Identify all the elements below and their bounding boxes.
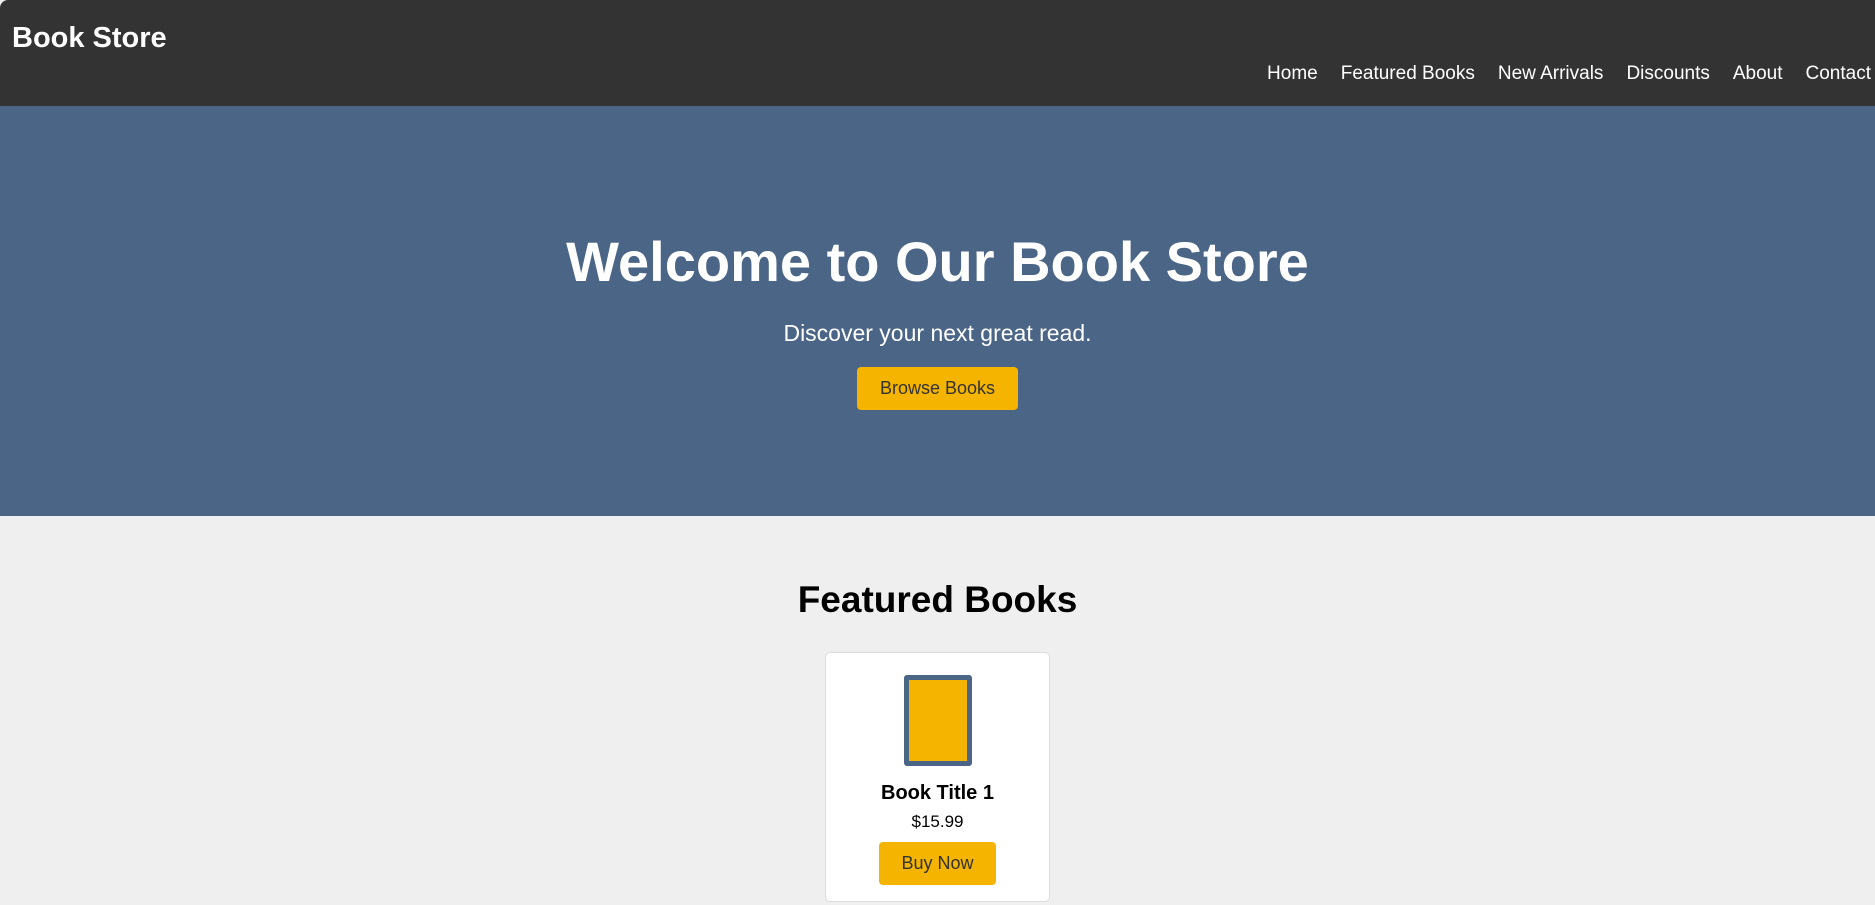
book-cover-icon bbox=[904, 675, 972, 766]
site-brand[interactable]: Book Store bbox=[12, 20, 167, 56]
nav-new-arrivals[interactable]: New Arrivals bbox=[1498, 62, 1604, 86]
book-price: $15.99 bbox=[911, 812, 964, 831]
nav-featured-books[interactable]: Featured Books bbox=[1341, 62, 1475, 86]
book-title: Book Title 1 bbox=[881, 782, 994, 804]
site-header: Book Store Home Featured Books New Arriv… bbox=[0, 0, 1875, 106]
book-card: Book Title 1 $15.99 Buy Now bbox=[825, 652, 1050, 902]
featured-books-section: Featured Books Book Title 1 $15.99 Buy N… bbox=[0, 516, 1875, 905]
hero-title: Welcome to Our Book Store bbox=[566, 230, 1309, 293]
buy-now-button[interactable]: Buy Now bbox=[879, 842, 996, 885]
nav-home[interactable]: Home bbox=[1267, 62, 1318, 86]
nav-contact[interactable]: Contact bbox=[1806, 62, 1871, 86]
hero-section: Welcome to Our Book Store Discover your … bbox=[0, 106, 1875, 516]
hero-subtitle: Discover your next great read. bbox=[783, 320, 1092, 346]
browse-books-button[interactable]: Browse Books bbox=[857, 367, 1018, 410]
featured-books-title: Featured Books bbox=[797, 579, 1078, 620]
nav-about[interactable]: About bbox=[1733, 62, 1783, 86]
nav-discounts[interactable]: Discounts bbox=[1626, 62, 1709, 86]
